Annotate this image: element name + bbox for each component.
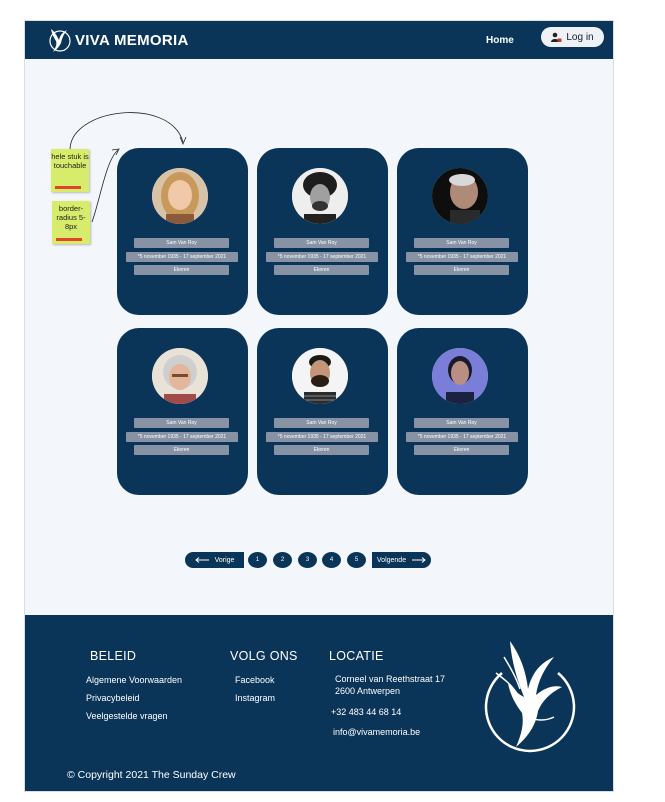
annotation-note-touchable-text: hele stuk is touchable [51, 152, 89, 170]
person-name: Sam Van Roy [274, 238, 369, 248]
annotation-note-bar [56, 238, 82, 241]
memorial-card[interactable]: Sam Van Roy *5 november 1935 - 17 septem… [117, 148, 248, 315]
life-dates: *5 november 1935 - 17 september 2021 [126, 432, 238, 442]
annotation-arrow-radius [91, 149, 119, 223]
annotation-note-radius-text: border-radius 5-8px [56, 204, 86, 231]
person-name: Sam Van Roy [414, 418, 509, 428]
life-dates: *5 november 1935 - 17 september 2021 [406, 432, 518, 442]
annotation-note-bar [55, 186, 81, 189]
person-name: Sam Van Roy [134, 418, 229, 428]
life-dates: *5 november 1935 - 17 september 2021 [266, 252, 378, 262]
portrait-man-curly [292, 168, 348, 224]
annotation-note-radius: border-radius 5-8px [52, 201, 90, 244]
person-name: Sam Van Roy [134, 238, 229, 248]
avatar [292, 348, 348, 404]
portrait-old-man [432, 168, 488, 224]
memorial-card[interactable]: Sam Van Roy *5 november 1935 - 17 septem… [397, 328, 528, 495]
annotation-arrow-touchable [69, 112, 184, 151]
avatar [152, 348, 208, 404]
avatar [292, 168, 348, 224]
avatar [432, 168, 488, 224]
annotation-note-touchable: hele stuk is touchable [51, 149, 89, 192]
life-dates: *5 november 1935 - 17 september 2021 [266, 432, 378, 442]
portrait-woman-blue [432, 348, 488, 404]
portrait-man-beard [292, 348, 348, 404]
memorial-card[interactable]: Sam Van Roy *5 november 1935 - 17 septem… [257, 328, 388, 495]
avatar [152, 168, 208, 224]
memorial-card[interactable]: Sam Van Roy *5 november 1935 - 17 septem… [257, 148, 388, 315]
annotation-arrowhead-touchable [179, 136, 187, 146]
memorial-card[interactable]: Sam Van Roy *5 november 1935 - 17 septem… [117, 328, 248, 495]
portrait-old-woman [152, 348, 208, 404]
avatar [432, 348, 488, 404]
person-place: Ekeren [414, 265, 509, 275]
life-dates: *5 november 1935 - 17 september 2021 [406, 252, 518, 262]
person-place: Ekeren [274, 445, 369, 455]
person-place: Ekeren [274, 265, 369, 275]
portrait-woman-blonde [152, 168, 208, 224]
person-place: Ekeren [134, 445, 229, 455]
person-place: Ekeren [134, 265, 229, 275]
life-dates: *5 november 1935 - 17 september 2021 [126, 252, 238, 262]
memorial-card[interactable]: Sam Van Roy *5 november 1935 - 17 septem… [397, 148, 528, 315]
person-place: Ekeren [414, 445, 509, 455]
person-name: Sam Van Roy [274, 418, 369, 428]
person-name: Sam Van Roy [414, 238, 509, 248]
